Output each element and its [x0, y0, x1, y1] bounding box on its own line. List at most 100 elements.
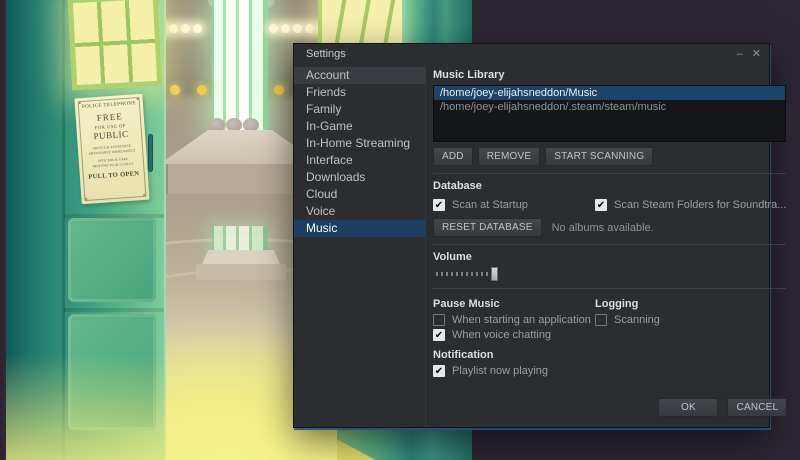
ceiling-light: [305, 24, 314, 33]
checkbox-checked-icon[interactable]: ✔: [433, 365, 445, 377]
sidebar-item-downloads[interactable]: Downloads: [294, 169, 425, 186]
checkbox-checked-icon[interactable]: ✔: [433, 329, 445, 341]
pause-music-options: When starting an application ✔ When voice …: [433, 314, 595, 341]
volume-tick: [446, 272, 448, 276]
tardis-right-door-top: [318, 0, 472, 44]
divider: [433, 244, 786, 245]
sidebar-item-in-game[interactable]: In-Game: [294, 118, 425, 135]
cancel-button[interactable]: CANCEL: [727, 398, 787, 417]
volume-tick: [436, 272, 438, 276]
volume-tick: [451, 272, 453, 276]
volume-tick: [476, 272, 478, 276]
section-title-volume: Volume: [433, 251, 786, 263]
ok-button[interactable]: OK: [658, 398, 718, 417]
door-handle: [148, 134, 153, 172]
door-rail: [64, 308, 164, 312]
door-panel: [68, 218, 156, 302]
tardis-right-door-bottom: [337, 428, 472, 460]
checkbox-label: Playlist now playing: [452, 365, 548, 377]
music-library-list[interactable]: /home/joey-elijahsneddon/Music/home/joey…: [433, 85, 786, 142]
checkbox-unchecked-icon[interactable]: [595, 314, 607, 326]
reset-row: RESET DATABASE No albums available.: [433, 218, 786, 237]
divider: [433, 173, 786, 174]
police-box-sign: POLICE TELEPHONE FREE FOR USE OF PUBLIC …: [74, 94, 149, 204]
sidebar-item-in-home-streaming[interactable]: In-Home Streaming: [294, 135, 425, 152]
volume-tick: [461, 272, 463, 276]
sign-text: RESPOND TO ALL CALLS: [83, 160, 143, 169]
logging-column: Logging Scanning: [595, 295, 786, 344]
light-streak: [337, 428, 407, 460]
dialog-title: Settings: [306, 48, 728, 60]
close-icon[interactable]: ✕: [752, 49, 761, 59]
database-option-left: ✔ Scan at Startup: [433, 196, 595, 214]
section-title-logging: Logging: [595, 298, 786, 310]
sidebar-item-friends[interactable]: Friends: [294, 84, 425, 101]
dialog-footer: OK CANCEL: [658, 398, 787, 417]
volume-tick: [441, 272, 443, 276]
glowing-column: [212, 0, 268, 132]
sign-text: OFFICERS & CARS: [83, 156, 143, 165]
library-path-row[interactable]: /home/joey-elijahsneddon/Music: [434, 86, 785, 100]
library-buttons: ADD REMOVE START SCANNING: [433, 147, 786, 166]
ceiling-light: [169, 24, 178, 33]
checkbox-checked-icon[interactable]: ✔: [595, 199, 607, 211]
checkbox-label: Scan Steam Folders for Soundtra...: [614, 199, 786, 211]
sidebar-item-voice[interactable]: Voice: [294, 203, 425, 220]
settings-content: Music Library /home/joey-elijahsneddon/M…: [426, 62, 794, 427]
checkbox-label: Scan at Startup: [452, 199, 528, 211]
section-title-music-library: Music Library: [433, 69, 786, 81]
settings-dialog: Settings – ✕ AccountFriendsFamilyIn-Game…: [293, 43, 770, 428]
ceiling-light: [269, 24, 278, 33]
pedestal-step: [196, 264, 286, 280]
remove-button[interactable]: REMOVE: [478, 147, 541, 166]
dialog-body: AccountFriendsFamilyIn-GameIn-Home Strea…: [294, 62, 769, 427]
sign-text: FOR USE OF: [80, 122, 140, 131]
checkbox-label: When voice chatting: [452, 329, 551, 341]
section-title-database: Database: [433, 180, 786, 192]
checkbox-scanning[interactable]: Scanning: [595, 314, 786, 326]
column-bottom-caps: [209, 118, 259, 132]
ceiling-light: [193, 24, 202, 33]
ceiling-light: [293, 24, 302, 33]
library-path-row[interactable]: /home/joey-elijahsneddon/.steam/steam/mu…: [434, 100, 785, 114]
sidebar-item-music[interactable]: Music: [294, 220, 425, 237]
lower-column: [212, 226, 268, 252]
volume-tick: [456, 272, 458, 276]
pause-logging-columns: Pause Music When starting an application…: [433, 295, 786, 344]
sign-text: POLICE TELEPHONE: [79, 101, 139, 110]
checkbox-when-voice-chatting[interactable]: ✔ When voice chatting: [433, 329, 595, 341]
checkbox-when-starting-an-application[interactable]: When starting an application: [433, 314, 595, 326]
checkbox-unchecked-icon[interactable]: [433, 314, 445, 326]
add-button[interactable]: ADD: [433, 147, 473, 166]
section-title-notification: Notification: [433, 349, 786, 361]
checkbox-scan-at-startup[interactable]: ✔ Scan at Startup: [433, 199, 595, 211]
door-window: [68, 0, 163, 90]
reset-database-button[interactable]: RESET DATABASE: [433, 218, 542, 237]
minimize-icon[interactable]: –: [737, 49, 743, 59]
sidebar: AccountFriendsFamilyIn-GameIn-Home Strea…: [294, 62, 426, 427]
checkbox-scan-steam-folders-for-soundtra[interactable]: ✔ Scan Steam Folders for Soundtra...: [595, 199, 786, 211]
sidebar-item-family[interactable]: Family: [294, 101, 425, 118]
sign-text: PULL TO OPEN: [84, 170, 144, 181]
sidebar-item-account[interactable]: Account: [294, 67, 425, 84]
wall-light: [170, 85, 180, 95]
sign-text: FREE: [79, 110, 140, 124]
sidebar-item-cloud[interactable]: Cloud: [294, 186, 425, 203]
volume-tick: [466, 272, 468, 276]
sidebar-item-interface[interactable]: Interface: [294, 152, 425, 169]
checkbox-playlist-now-playing[interactable]: ✔ Playlist now playing: [433, 365, 786, 377]
wall-light: [197, 85, 207, 95]
volume-slider[interactable]: [434, 267, 574, 281]
start-scanning-button[interactable]: START SCANNING: [545, 147, 653, 166]
logging-options: Scanning: [595, 314, 786, 326]
checkbox-label: When starting an application: [452, 314, 591, 326]
divider: [433, 288, 786, 289]
wall-light: [274, 85, 284, 95]
door-window: [318, 0, 402, 44]
volume-tick: [481, 272, 483, 276]
checkbox-label: Scanning: [614, 314, 660, 326]
volume-slider-handle[interactable]: [491, 267, 498, 281]
notification-options: ✔ Playlist now playing: [433, 365, 786, 377]
checkbox-checked-icon[interactable]: ✔: [433, 199, 445, 211]
titlebar[interactable]: Settings – ✕: [294, 44, 769, 62]
